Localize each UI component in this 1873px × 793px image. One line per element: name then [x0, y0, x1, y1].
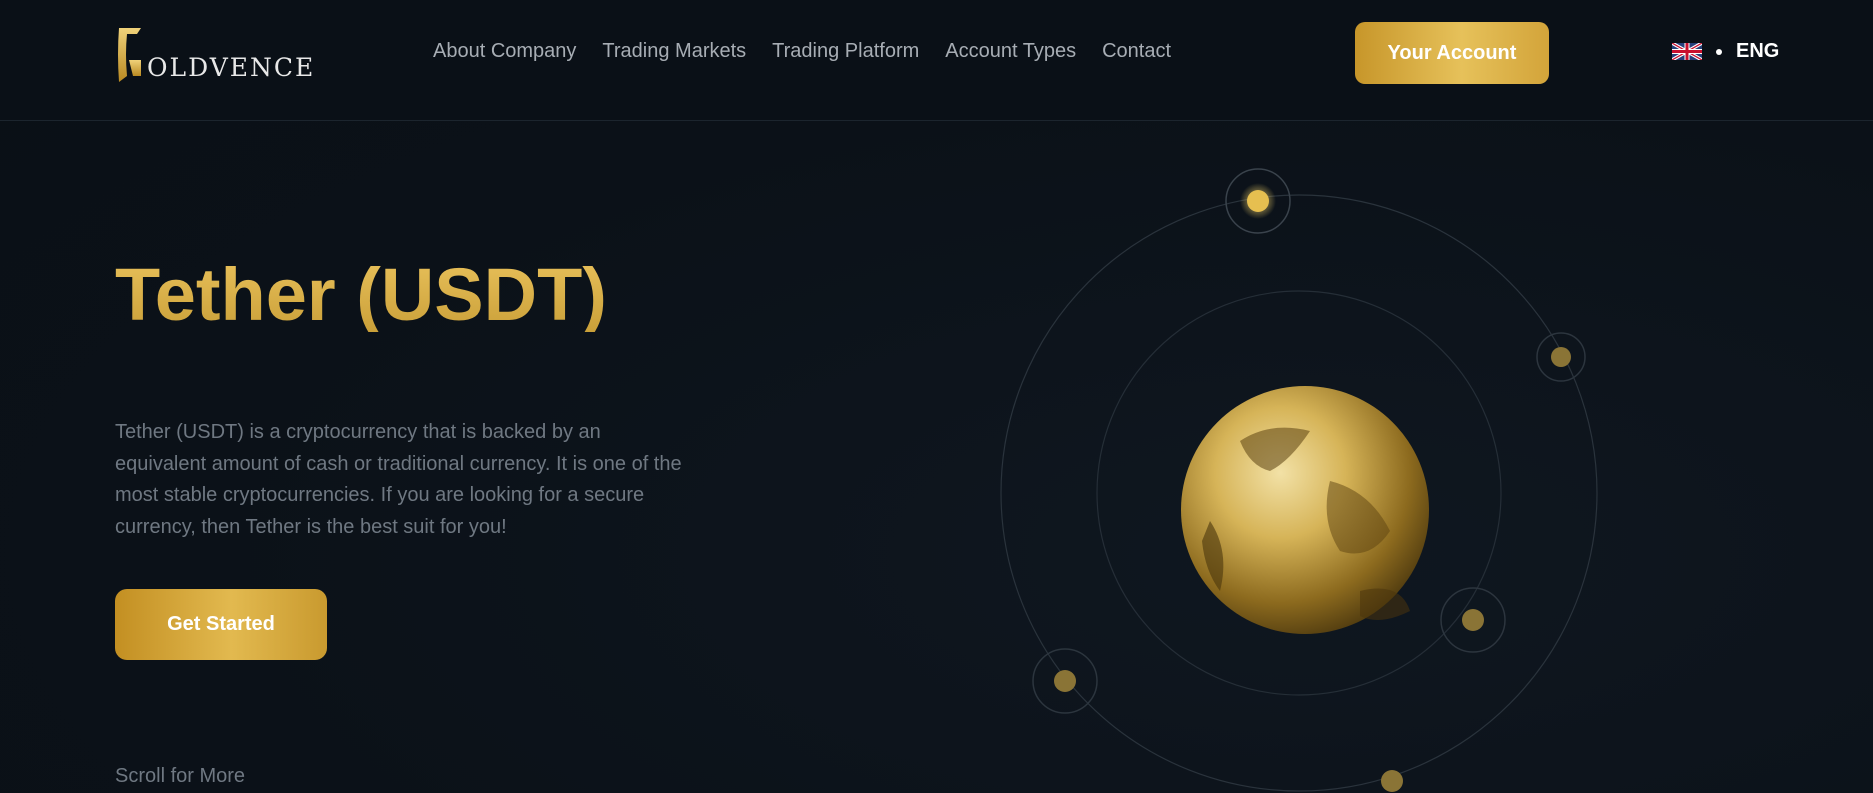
page-title: Tether (USDT)	[115, 253, 607, 336]
scroll-for-more[interactable]: Scroll for More	[115, 765, 245, 788]
page: OLDVENCE About Company Trading Markets T…	[0, 0, 1873, 793]
main-nav: About Company Trading Markets Trading Pl…	[433, 40, 1197, 63]
nav-contact[interactable]: Contact	[1102, 40, 1171, 63]
site-header: OLDVENCE About Company Trading Markets T…	[0, 0, 1873, 121]
nav-about-company[interactable]: About Company	[433, 40, 576, 63]
logo-text: OLDVENCE	[147, 53, 316, 82]
nav-account-types[interactable]: Account Types	[945, 40, 1076, 63]
your-account-button[interactable]: Your Account	[1355, 22, 1549, 84]
brand-logo[interactable]: OLDVENCE	[115, 22, 315, 82]
nav-trading-platform[interactable]: Trading Platform	[772, 40, 919, 63]
get-started-button[interactable]: Get Started	[115, 589, 327, 660]
logo-g-icon	[115, 24, 145, 82]
language-label: ENG	[1736, 40, 1780, 62]
separator-dot	[1716, 48, 1722, 55]
planet-bottom	[1381, 770, 1403, 792]
uk-flag-icon	[1672, 43, 1702, 60]
globe-illustration	[940, 121, 1700, 793]
language-selector[interactable]: ENG	[1672, 40, 1779, 63]
nav-trading-markets[interactable]: Trading Markets	[602, 40, 746, 63]
hero-description: Tether (USDT) is a cryptocurrency that i…	[115, 421, 682, 538]
